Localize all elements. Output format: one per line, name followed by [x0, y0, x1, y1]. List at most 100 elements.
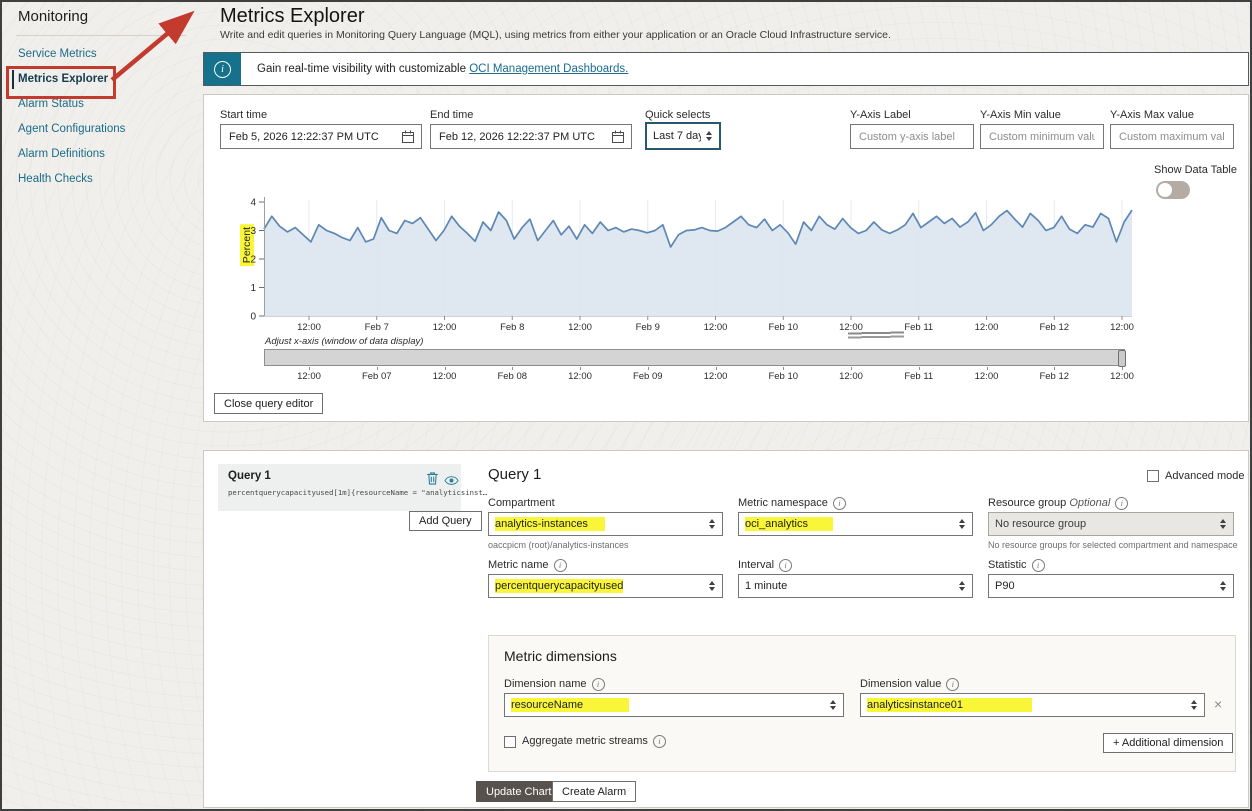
- sidebar-item-service-metrics[interactable]: Service Metrics: [2, 42, 202, 67]
- remove-dimension-icon[interactable]: ×: [1214, 696, 1222, 712]
- info-hint-icon: i: [946, 678, 959, 691]
- metric-namespace-select[interactable]: oci_analytics: [738, 512, 973, 536]
- y-axis-min-input[interactable]: [987, 130, 1097, 144]
- close-query-editor-button[interactable]: Close query editor: [214, 393, 323, 414]
- compartment-value: analytics-instances: [495, 517, 605, 531]
- compartment-helper: oaccpicm (root)/analytics-instances: [488, 540, 629, 550]
- banner-message: Gain real-time visibility with customiza…: [257, 63, 466, 75]
- dimension-name-select[interactable]: resourceName: [504, 693, 844, 717]
- slider-tick-label: 12:00: [413, 371, 477, 382]
- interval-select[interactable]: 1 minute: [738, 574, 973, 598]
- svg-text:12:00: 12:00: [704, 322, 728, 333]
- query-form-title: Query 1: [488, 466, 541, 483]
- chevron-updown-icon: [705, 131, 713, 142]
- resource-group-select[interactable]: No resource group: [988, 512, 1234, 536]
- svg-text:Feb 9: Feb 9: [636, 322, 660, 333]
- dimension-value-value: analyticsinstance01: [867, 698, 1032, 712]
- slider-tick-mark: [716, 367, 717, 370]
- y-axis-label-field[interactable]: [850, 124, 974, 149]
- slider-tick-mark: [1122, 367, 1123, 370]
- statistic-label: Statistici: [988, 559, 1045, 572]
- additional-dimension-button[interactable]: + Additional dimension: [1103, 733, 1233, 753]
- y-axis-label-label: Y-Axis Label: [850, 109, 911, 121]
- y-axis-min-field[interactable]: [980, 124, 1104, 149]
- svg-text:Feb 12: Feb 12: [1039, 322, 1069, 333]
- y-axis-max-field[interactable]: [1110, 124, 1234, 149]
- redacted-legend-scribble: [848, 331, 904, 340]
- show-data-table-toggle[interactable]: [1156, 181, 1190, 199]
- svg-text:4: 4: [250, 198, 256, 209]
- slider-tick-mark: [1054, 367, 1055, 370]
- slider-tick-label: Feb 09: [616, 371, 680, 382]
- compartment-select[interactable]: analytics-instances: [488, 512, 723, 536]
- info-hint-icon: i: [1115, 497, 1128, 510]
- slider-tick-label: 12:00: [1090, 371, 1154, 382]
- svg-text:12:00: 12:00: [433, 322, 457, 333]
- slider-tick-mark: [987, 367, 988, 370]
- slider-tick-mark: [783, 367, 784, 370]
- calendar-icon[interactable]: [611, 130, 625, 144]
- slider-tick-label: 12:00: [548, 371, 612, 382]
- svg-text:Feb 7: Feb 7: [365, 322, 389, 333]
- quick-selects-value: Last 7 days: [653, 130, 701, 142]
- start-time-input[interactable]: [227, 130, 397, 144]
- chevron-updown-icon: [1190, 700, 1198, 711]
- dimension-value-label: Dimension valuei: [860, 678, 959, 691]
- svg-text:0: 0: [250, 312, 256, 323]
- end-time-field[interactable]: [430, 124, 632, 149]
- chevron-updown-icon: [708, 581, 716, 592]
- compartment-label: Compartment: [488, 497, 555, 509]
- quick-selects-select[interactable]: Last 7 days: [645, 122, 721, 150]
- update-chart-button[interactable]: Update Chart: [476, 781, 561, 802]
- sidebar-item-alarm-definitions[interactable]: Alarm Definitions: [2, 142, 202, 167]
- quick-selects-label: Quick selects: [645, 109, 710, 121]
- svg-text:1: 1: [250, 283, 256, 294]
- slider-tick-label: 12:00: [277, 371, 341, 382]
- show-query-eye-icon[interactable]: [444, 473, 459, 488]
- metric-name-value: percentquerycapacityused: [495, 579, 623, 593]
- y-axis-max-label: Y-Axis Max value: [1110, 109, 1194, 121]
- slider-tick-label: Feb 11: [887, 371, 951, 382]
- page-title: Metrics Explorer: [220, 5, 364, 28]
- aggregate-metric-streams-checkbox[interactable]: [504, 736, 516, 748]
- svg-text:12:00: 12:00: [975, 322, 999, 333]
- sidebar-item-agent-configurations[interactable]: Agent Configurations: [2, 117, 202, 142]
- sidebar-item-health-checks[interactable]: Health Checks: [2, 167, 202, 192]
- slider-handle[interactable]: [1118, 350, 1126, 367]
- add-query-button[interactable]: Add Query: [409, 511, 482, 531]
- create-alarm-button[interactable]: Create Alarm: [552, 781, 636, 802]
- advanced-mode-label: Advanced mode: [1165, 470, 1245, 482]
- delete-query-icon[interactable]: [425, 471, 440, 486]
- slider-tick-mark: [445, 367, 446, 370]
- slider-tick-mark: [919, 367, 920, 370]
- dimension-value-select[interactable]: analyticsinstance01: [860, 693, 1205, 717]
- start-time-field[interactable]: [220, 124, 422, 149]
- info-hint-icon: i: [592, 678, 605, 691]
- management-dashboards-link[interactable]: OCI Management Dashboards.: [469, 63, 628, 75]
- svg-text:3: 3: [250, 226, 256, 237]
- advanced-mode-checkbox[interactable]: [1147, 470, 1159, 482]
- statistic-select[interactable]: P90: [988, 574, 1234, 598]
- metric-name-label: Metric namei: [488, 559, 567, 572]
- y-axis-label-input[interactable]: [857, 130, 967, 144]
- info-banner: i Gain real-time visibility with customi…: [203, 52, 1249, 86]
- slider-tick-mark: [309, 367, 310, 370]
- slider-tick-mark: [648, 367, 649, 370]
- start-time-label: Start time: [220, 109, 267, 121]
- metrics-explorer-page: Monitoring Service MetricsMetrics Explor…: [0, 0, 1252, 811]
- annotation-red-box: [6, 66, 116, 99]
- sidebar-divider: [16, 35, 186, 36]
- end-time-input[interactable]: [437, 130, 607, 144]
- resource-group-value: No resource group: [995, 518, 1215, 530]
- metric-name-select[interactable]: percentquerycapacityused: [488, 574, 723, 598]
- calendar-icon[interactable]: [401, 130, 415, 144]
- resource-group-helper: No resource groups for selected compartm…: [988, 540, 1238, 550]
- y-axis-max-input[interactable]: [1117, 130, 1227, 144]
- end-time-label: End time: [430, 109, 473, 121]
- x-axis-range-slider[interactable]: [264, 349, 1125, 366]
- show-data-table-label: Show Data Table: [1154, 164, 1237, 176]
- info-icon: i: [214, 61, 231, 78]
- adjust-x-axis-label: Adjust x-axis (window of data display): [265, 336, 423, 347]
- chevron-updown-icon: [1219, 519, 1227, 530]
- slider-tick-label: Feb 08: [480, 371, 544, 382]
